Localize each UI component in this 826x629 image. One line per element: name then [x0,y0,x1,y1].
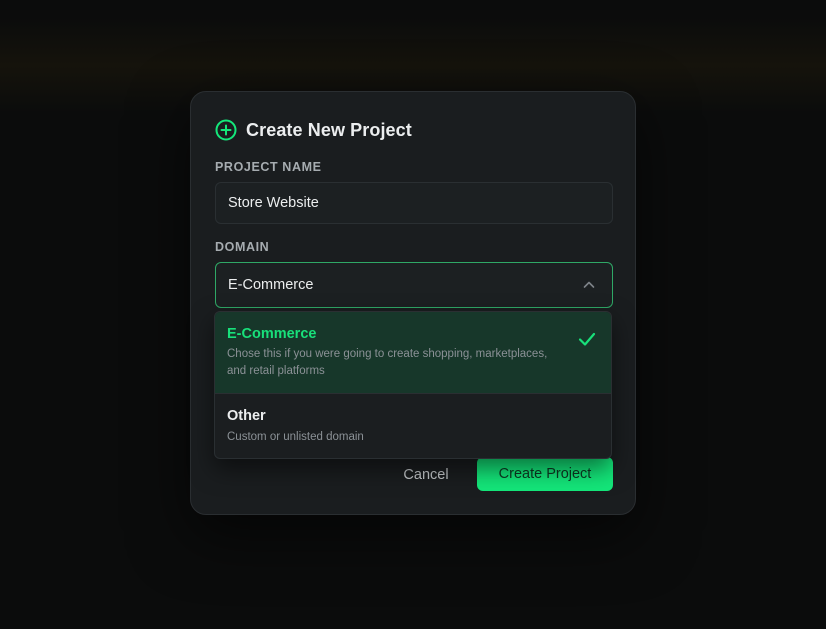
option-description: Custom or unlisted domain [227,431,364,443]
cancel-button[interactable]: Cancel [391,459,461,491]
option-title: E-Commerce [227,326,317,342]
dialog-header: Create New Project [215,119,412,141]
plus-circle-icon [215,119,237,141]
chevron-up-icon [583,281,595,288]
option-title: Other [227,408,266,424]
domain-option-ecommerce[interactable]: E-Commerce Chose this if you were going … [215,312,611,394]
project-name-label: PROJECT NAME [215,160,322,174]
dialog-title: Create New Project [246,119,412,140]
domain-select-value: E-Commerce [228,277,314,293]
project-name-input[interactable] [215,182,613,224]
domain-select[interactable]: E-Commerce [215,262,613,308]
dialog-footer: Cancel Create Project [191,457,635,493]
create-project-button[interactable]: Create Project [477,457,613,491]
option-description: Chose this if you were going to create s… [227,348,548,377]
check-icon [578,332,596,346]
domain-dropdown-menu: E-Commerce Chose this if you were going … [214,311,612,459]
domain-label: DOMAIN [215,240,270,254]
domain-option-other[interactable]: Other Custom or unlisted domain [215,394,611,458]
